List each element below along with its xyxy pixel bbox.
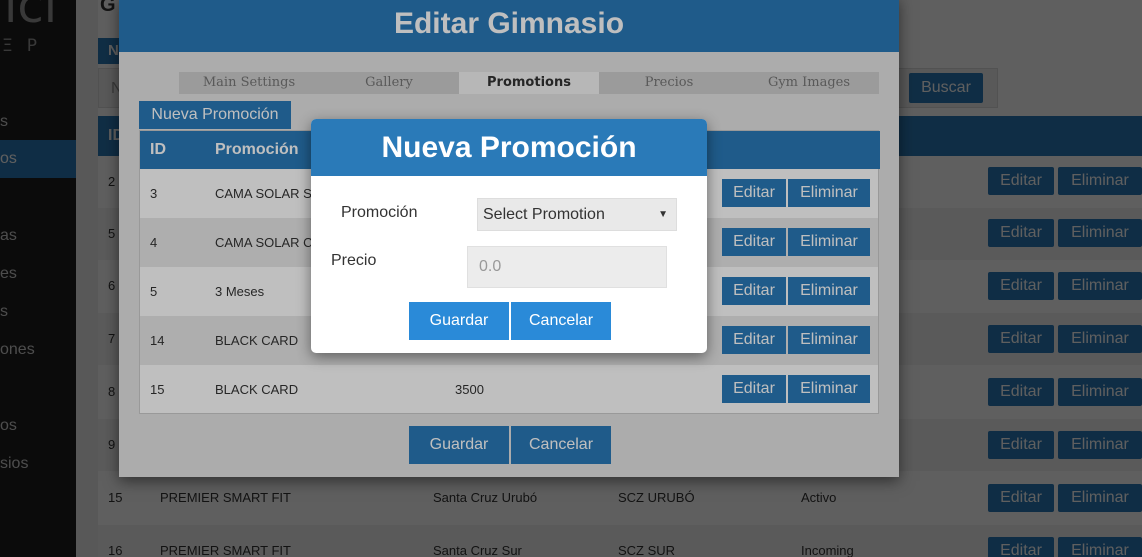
promotion-label: Promoción — [341, 204, 418, 221]
chevron-down-icon: ▼ — [658, 209, 668, 220]
promotion-select-value: Select Promotion — [483, 206, 605, 223]
price-input[interactable]: 0.0 — [467, 246, 667, 288]
new-promotion-modal: Nueva Promoción Promoción Select Promoti… — [311, 119, 707, 353]
price-label: Precio — [331, 252, 377, 269]
cancel-button[interactable]: Cancelar — [511, 302, 611, 340]
new-promotion-title: Nueva Promoción — [311, 119, 707, 176]
promotion-select[interactable]: Select Promotion ▼ — [477, 198, 677, 231]
save-button[interactable]: Guardar — [409, 302, 509, 340]
